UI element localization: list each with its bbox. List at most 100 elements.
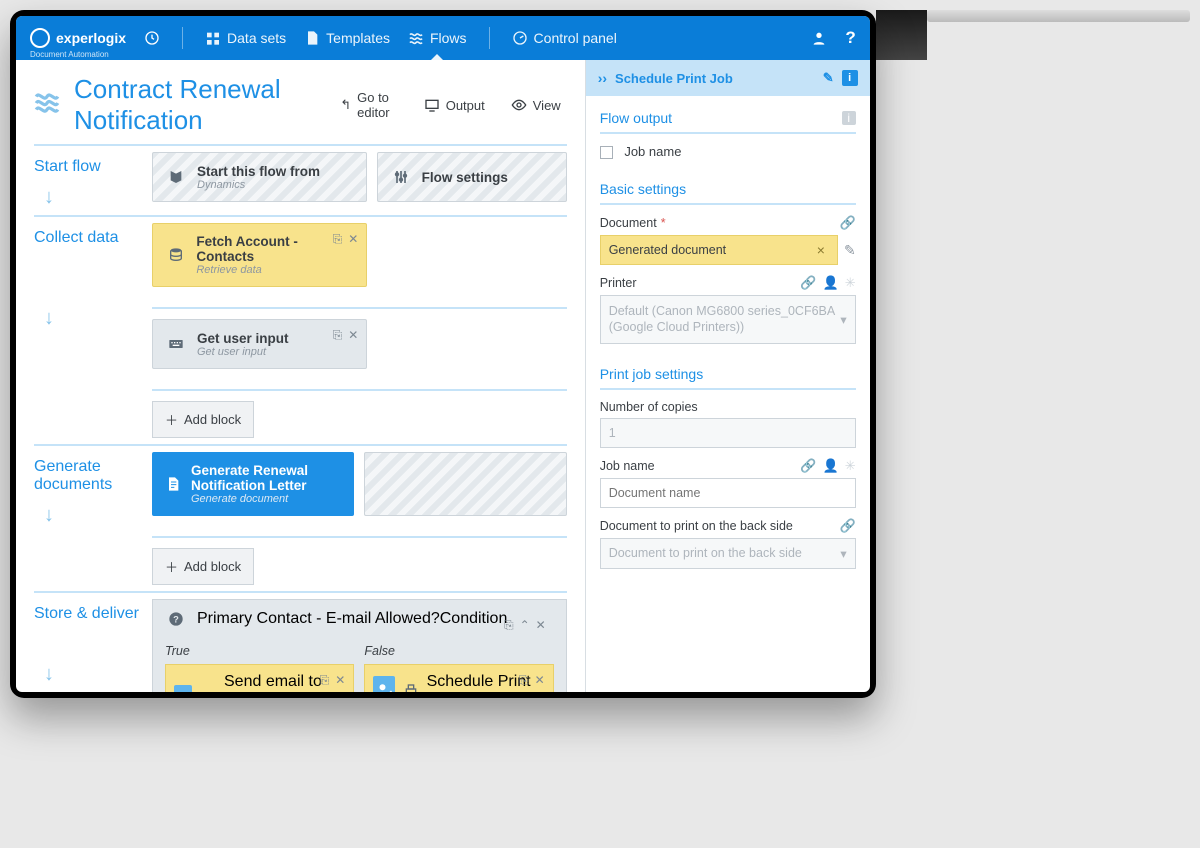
branch-true: True Send email to Primary Cont…Send ema…: [165, 638, 354, 692]
nav-control-panel[interactable]: Control panel: [512, 30, 617, 46]
info-icon[interactable]: i: [842, 70, 858, 86]
templates-icon: [304, 30, 320, 46]
document-chip[interactable]: Generated document ×: [600, 235, 838, 265]
copies-field-label: Number of copies: [600, 400, 856, 414]
main-area: Contract Renewal Notification ↰Go to edi…: [16, 60, 585, 692]
branch-false-label: False: [364, 644, 553, 658]
link-icon[interactable]: 🔗: [800, 275, 816, 291]
close-icon[interactable]: ✕: [348, 328, 358, 343]
flows-icon: [408, 30, 424, 46]
arrow-down-icon: ↓: [44, 663, 152, 686]
sliders-icon: [390, 169, 412, 185]
link-icon[interactable]: 🔗: [800, 458, 816, 474]
edit-icon[interactable]: ✎: [823, 70, 834, 86]
keyboard-icon: [165, 336, 187, 352]
send-email-block[interactable]: Send email to Primary Cont…Send email ⎘✕: [165, 664, 354, 692]
printer-select[interactable]: Default (Canon MG6800 series_0CF6BA (Goo…: [600, 295, 856, 344]
step-generate-label: Generate documents: [34, 458, 152, 494]
back-arrow-icon: ↰: [340, 97, 351, 113]
document-field-label: Document* 🔗: [600, 215, 856, 231]
back-side-field-label: Document to print on the back side 🔗: [600, 518, 856, 534]
step-store-deliver: Store & deliver ↓ ? Primary Contact - E-…: [34, 591, 567, 692]
document-icon: [165, 476, 181, 492]
output-icon: [424, 97, 440, 113]
job-name-field-label: Job name 🔗👤✳: [600, 458, 856, 474]
add-block-button[interactable]: ＋Add block: [152, 548, 254, 585]
job-name-input[interactable]: [600, 478, 856, 508]
chevron-up-icon[interactable]: ⌃: [520, 618, 530, 633]
question-icon: ?: [165, 611, 187, 627]
user-icon[interactable]: [811, 30, 827, 46]
fetch-account-block[interactable]: Fetch Account - ContactsRetrieve data ⎘✕: [152, 223, 367, 287]
collapse-icon[interactable]: ››: [598, 70, 607, 86]
step-generate-documents: Generate documents ↓ Generate Renewal No…: [34, 444, 567, 585]
eye-icon: [511, 97, 527, 113]
job-name-checkbox[interactable]: [600, 146, 613, 159]
page-header: Contract Renewal Notification ↰Go to edi…: [34, 74, 567, 136]
add-block-button[interactable]: ＋Add block: [152, 401, 254, 438]
asterisk-icon[interactable]: ✳: [845, 275, 856, 291]
asterisk-icon[interactable]: ✳: [845, 458, 856, 474]
schedule-print-block[interactable]: Schedule Print JobPrint ⎘✕: [364, 664, 553, 692]
control-icon: [512, 30, 528, 46]
copy-icon[interactable]: ⎘: [519, 673, 529, 688]
flow-settings-block[interactable]: Flow settings: [377, 152, 567, 202]
close-icon[interactable]: ✕: [536, 618, 546, 633]
printer-icon: [403, 683, 419, 692]
user-icon[interactable]: 👤: [823, 458, 839, 474]
nav-datasets[interactable]: Data sets: [205, 30, 286, 46]
brand-subtitle: Document Automation: [30, 50, 109, 59]
print-job-settings-title: Print job settings: [600, 360, 856, 390]
hatched-placeholder: [364, 452, 566, 516]
help-icon[interactable]: ?: [845, 28, 855, 48]
link-icon[interactable]: 🔗: [840, 518, 856, 534]
info-icon[interactable]: i: [842, 111, 856, 125]
view-button[interactable]: View: [505, 93, 567, 117]
output-button[interactable]: Output: [418, 93, 491, 117]
arrow-down-icon: ↓: [44, 186, 152, 209]
arrow-down-icon: ↓: [44, 307, 152, 330]
close-icon[interactable]: ✕: [348, 232, 358, 247]
branch-false: False Schedule Print JobPrint ⎘✕: [364, 638, 553, 692]
close-icon[interactable]: ✕: [535, 673, 545, 688]
brand-name: experlogix: [56, 30, 126, 46]
copy-icon[interactable]: ⎘: [333, 328, 343, 343]
stack-icon: [165, 247, 186, 263]
copy-icon[interactable]: ⎘: [320, 673, 330, 688]
back-side-select[interactable]: Document to print on the back side ▾: [600, 538, 856, 569]
generate-letter-block[interactable]: Generate Renewal Notification LetterGene…: [152, 452, 354, 516]
dynamics-icon: [165, 169, 187, 185]
step-collect-data: Collect data ↓ Fetch Account - ContactsR…: [34, 215, 567, 438]
step-deliver-label: Store & deliver: [34, 605, 152, 623]
condition-block[interactable]: ? Primary Contact - E-mail Allowed?Condi…: [152, 599, 567, 692]
step-start-flow: Start flow ↓ Start this flow fromDynamic…: [34, 144, 567, 209]
plus-icon: ＋: [165, 410, 178, 429]
chip-remove-icon[interactable]: ×: [813, 242, 829, 258]
copy-icon[interactable]: ⎘: [333, 232, 343, 247]
get-user-input-block[interactable]: Get user inputGet user input ⎘✕: [152, 319, 367, 369]
inline-edit-icon[interactable]: ✎: [844, 242, 856, 259]
nav-templates[interactable]: Templates: [304, 30, 390, 46]
copy-icon[interactable]: ⎘: [504, 618, 514, 633]
start-from-block[interactable]: Start this flow fromDynamics: [152, 152, 367, 202]
copies-input[interactable]: 1: [600, 418, 856, 448]
history-icon[interactable]: [144, 30, 160, 46]
close-icon[interactable]: ✕: [335, 673, 345, 688]
flow-header-icon: [34, 89, 60, 122]
nav-datasets-label: Data sets: [227, 30, 286, 46]
person-check-icon: [373, 676, 394, 692]
side-panel: ›› Schedule Print Job ✎ i Flow output i …: [585, 60, 870, 692]
link-icon[interactable]: 🔗: [840, 215, 856, 231]
job-name-checkbox-label: Job name: [624, 144, 681, 159]
datasets-icon: [205, 30, 221, 46]
step-start-label: Start flow: [34, 158, 152, 176]
nav-flows[interactable]: Flows: [408, 30, 467, 46]
go-to-editor-button[interactable]: ↰Go to editor: [334, 86, 404, 124]
side-header: ›› Schedule Print Job ✎ i: [586, 60, 870, 96]
chevron-down-icon: ▾: [840, 312, 846, 327]
arrow-down-icon: ↓: [44, 504, 152, 527]
side-title: Schedule Print Job: [615, 71, 733, 86]
user-icon[interactable]: 👤: [823, 275, 839, 291]
topbar: experlogix Document Automation Data sets…: [16, 16, 870, 60]
svg-text:?: ?: [173, 614, 179, 624]
